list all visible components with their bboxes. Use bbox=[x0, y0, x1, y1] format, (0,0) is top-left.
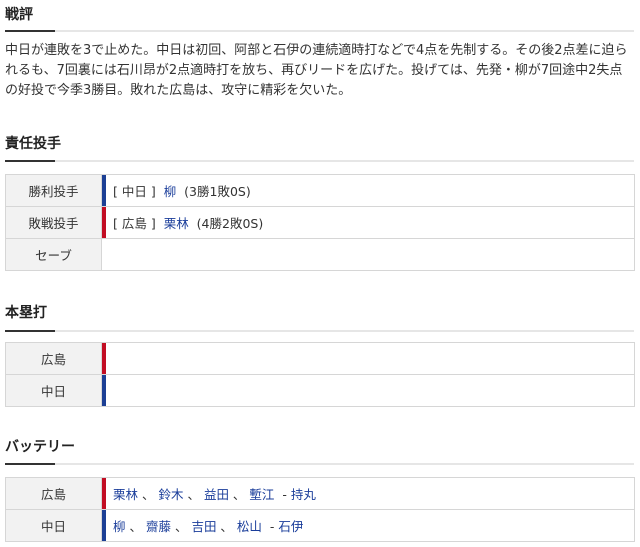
team-color-bar bbox=[102, 207, 106, 238]
pitcher-link[interactable]: 柳 bbox=[113, 519, 126, 534]
team-bracket: [ 中日 ] bbox=[113, 184, 156, 199]
battery-table: 広島 栗林 、 鈴木 、 益田 、 塹江 - 持丸 中日 柳 、 齋藤 、 吉田… bbox=[5, 477, 635, 542]
team-bracket: [ 広島 ] bbox=[113, 216, 156, 231]
win-pitcher-link[interactable]: 柳 bbox=[164, 184, 177, 199]
loss-pitcher-record: (4勝2敗0S) bbox=[196, 216, 264, 231]
team-color-bar bbox=[102, 343, 106, 374]
homerun-row-hiroshima: 広島 bbox=[5, 342, 635, 375]
homeruns-table: 広島 中日 bbox=[5, 342, 635, 407]
loss-pitcher-link[interactable]: 栗林 bbox=[164, 216, 189, 231]
battery-value: 柳 、 齋藤 、 吉田 、 松山 - 石伊 bbox=[101, 509, 635, 542]
battery-row-hiroshima: 広島 栗林 、 鈴木 、 益田 、 塹江 - 持丸 bbox=[5, 477, 635, 510]
save-pitcher-value bbox=[101, 238, 635, 271]
battery-heading: バッテリー bbox=[5, 439, 75, 455]
pitchers-rule bbox=[5, 160, 634, 162]
team-color-bar bbox=[102, 175, 106, 206]
save-pitcher-row: セーブ bbox=[5, 238, 635, 271]
win-pitcher-row: 勝利投手 [ 中日 ] 柳 (3勝1敗0S) bbox=[5, 174, 635, 207]
battery-rule bbox=[5, 463, 634, 465]
homerun-value bbox=[101, 374, 635, 407]
commentary-heading: 戦評 bbox=[5, 7, 33, 23]
win-team: 中日 bbox=[121, 184, 147, 199]
loss-pitcher-row: 敗戦投手 [ 広島 ] 栗林 (4勝2敗0S) bbox=[5, 206, 635, 239]
catcher-link[interactable]: 持丸 bbox=[291, 487, 316, 502]
pitcher-link[interactable]: 鈴木 bbox=[158, 487, 183, 502]
catcher-link[interactable]: 石伊 bbox=[278, 519, 303, 534]
homerun-team: 中日 bbox=[5, 374, 102, 407]
win-pitcher-label: 勝利投手 bbox=[5, 174, 102, 207]
win-pitcher-record: (3勝1敗0S) bbox=[184, 184, 251, 199]
pitcher-link[interactable]: 塹江 bbox=[249, 487, 274, 502]
loss-team: 広島 bbox=[121, 216, 147, 231]
pitchers-heading: 責任投手 bbox=[5, 136, 61, 152]
team-color-bar bbox=[102, 375, 106, 406]
battery-value: 栗林 、 鈴木 、 益田 、 塹江 - 持丸 bbox=[101, 477, 635, 510]
homerun-row-chunichi: 中日 bbox=[5, 374, 635, 407]
win-pitcher-value: [ 中日 ] 柳 (3勝1敗0S) bbox=[101, 174, 635, 207]
homeruns-heading: 本塁打 bbox=[5, 305, 47, 321]
homerun-value bbox=[101, 342, 635, 375]
pitchers-table: 勝利投手 [ 中日 ] 柳 (3勝1敗0S) 敗戦投手 [ 広島 ] 栗林 (4… bbox=[5, 174, 635, 271]
homeruns-rule bbox=[5, 330, 634, 332]
pitcher-link[interactable]: 栗林 bbox=[113, 487, 138, 502]
game-commentary: 中日が連敗を3で止めた。中日は初回、阿部と石伊の連続適時打などで4点を先制する。… bbox=[5, 43, 628, 98]
pitcher-link[interactable]: 松山 bbox=[237, 519, 262, 534]
battery-team: 広島 bbox=[5, 477, 102, 510]
commentary-rule bbox=[5, 30, 634, 32]
battery-team: 中日 bbox=[5, 509, 102, 542]
save-pitcher-label: セーブ bbox=[5, 238, 102, 271]
team-color-bar bbox=[102, 510, 106, 541]
loss-pitcher-value: [ 広島 ] 栗林 (4勝2敗0S) bbox=[101, 206, 635, 239]
loss-pitcher-label: 敗戦投手 bbox=[5, 206, 102, 239]
pitcher-link[interactable]: 吉田 bbox=[191, 519, 216, 534]
pitcher-link[interactable]: 齋藤 bbox=[146, 519, 171, 534]
battery-row-chunichi: 中日 柳 、 齋藤 、 吉田 、 松山 - 石伊 bbox=[5, 509, 635, 542]
pitcher-link[interactable]: 益田 bbox=[204, 487, 229, 502]
team-color-bar bbox=[102, 478, 106, 509]
homerun-team: 広島 bbox=[5, 342, 102, 375]
